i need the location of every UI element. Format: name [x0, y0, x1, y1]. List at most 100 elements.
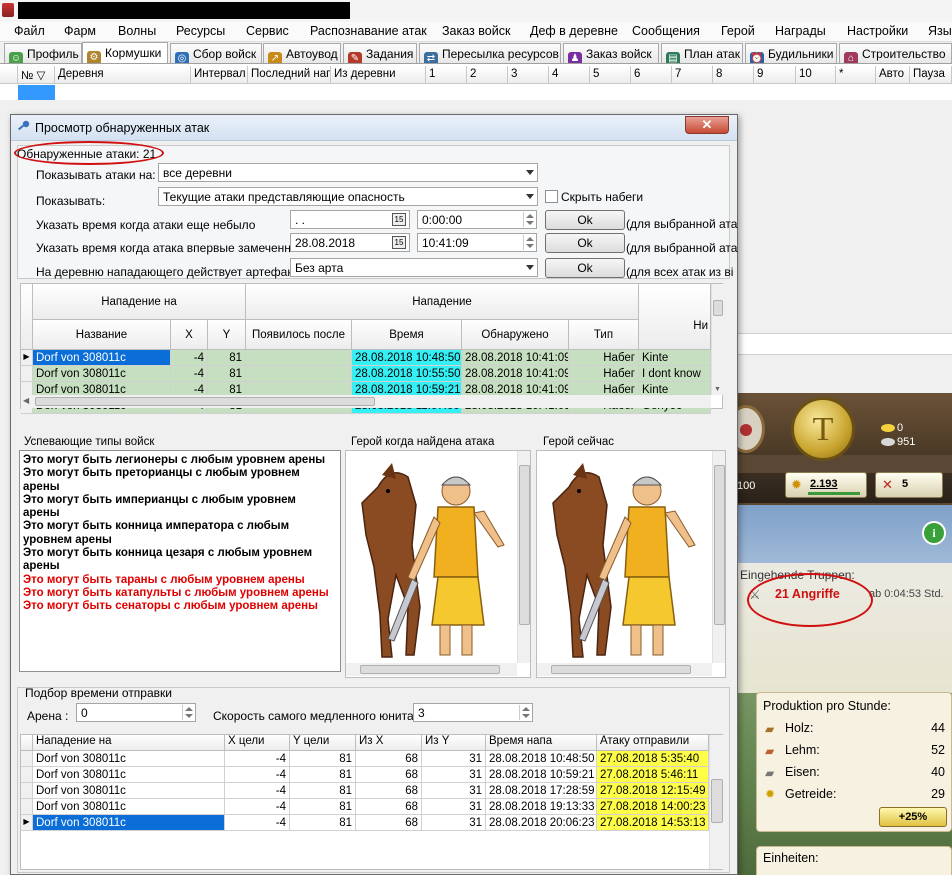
attacks-vscroll[interactable]: ▼ — [711, 284, 723, 395]
close-button[interactable]: ✕ — [685, 116, 729, 134]
send-cell-fx[interactable]: 68 — [356, 783, 422, 799]
attack-cell-found[interactable]: 28.08.2018 10:41:09 — [462, 366, 569, 382]
send-vscroll[interactable] — [709, 735, 723, 869]
attacks-vscroll-thumb[interactable] — [713, 300, 723, 316]
send-cell-fx[interactable]: 68 — [356, 799, 422, 815]
send-col-sent[interactable]: Атаку отправили — [597, 735, 709, 751]
attack-cell-time[interactable]: 28.08.2018 10:48:50 — [352, 350, 462, 366]
time-first-seen-date[interactable]: 28.08.2018 15 — [290, 233, 410, 252]
send-cell-name[interactable]: Dorf von 308011c — [33, 767, 225, 783]
tab-resource-sending[interactable]: ⇄ Пересылка ресурсов — [419, 43, 561, 63]
send-cell-fx[interactable]: 68 — [356, 751, 422, 767]
menu-farm[interactable]: Фарм — [64, 24, 96, 38]
send-cell-time[interactable]: 28.08.2018 17:28:59 — [486, 783, 597, 799]
send-cell-tx[interactable]: -4 — [225, 767, 290, 783]
production-bonus-button[interactable]: +25% — [879, 807, 947, 827]
col-header-8[interactable]: 8 — [713, 66, 754, 84]
hero-now-vscroll[interactable] — [712, 451, 725, 663]
hide-raids-checkbox[interactable] — [545, 190, 558, 203]
attack-cell-y[interactable]: 81 — [208, 366, 246, 382]
tab-troop-gathering[interactable]: ◎ Сбор войск — [170, 43, 262, 63]
col-header-name[interactable]: Название — [33, 320, 171, 350]
tab-building[interactable]: ⌂ Строительство — [839, 43, 952, 63]
menu-order-troops[interactable]: Заказ войск — [442, 24, 510, 38]
send-col-target-x[interactable]: X цели — [225, 735, 290, 751]
send-cell-sent[interactable]: 27.08.2018 5:46:11 — [597, 767, 709, 783]
send-col-attack-time[interactable]: Время напа — [486, 735, 597, 751]
grid-selected-cell[interactable] — [18, 85, 55, 100]
send-cell-name[interactable]: Dorf von 308011c — [33, 799, 225, 815]
attack-cell-y[interactable]: 81 — [208, 350, 246, 366]
attack-cell-after[interactable] — [246, 366, 352, 382]
col-header-interval[interactable]: Интервал — [191, 66, 248, 84]
scroll-left-icon[interactable]: ◀ — [23, 396, 29, 405]
col-header-village[interactable]: Деревня — [55, 66, 191, 84]
col-header-1[interactable]: 1 — [426, 66, 467, 84]
attacks-hscroll-thumb[interactable] — [35, 397, 375, 406]
gold-medal-icon[interactable]: T — [791, 397, 855, 461]
col-header-time[interactable]: Время — [352, 320, 462, 350]
attack-cell-x[interactable]: -4 — [171, 350, 208, 366]
attacks-hscroll[interactable]: ◀ — [21, 395, 711, 408]
send-cell-fy[interactable]: 31 — [422, 783, 486, 799]
send-vscroll-thumb[interactable] — [711, 779, 723, 823]
tab-attack-plan[interactable]: ▤ План атак — [661, 43, 743, 63]
menu-hero[interactable]: Герой — [721, 24, 755, 38]
send-cell-fx[interactable]: 68 — [356, 815, 422, 831]
col-header-7[interactable]: 7 — [672, 66, 713, 84]
col-header-6[interactable]: 6 — [631, 66, 672, 84]
menu-messages[interactable]: Сообщения — [632, 24, 700, 38]
hero-found-vscroll[interactable] — [517, 451, 530, 663]
send-cell-time[interactable]: 28.08.2018 20:06:23 — [486, 815, 597, 831]
tab-order-troops[interactable]: ♟ Заказ войск — [563, 43, 659, 63]
col-header-auto[interactable]: Авто — [876, 66, 910, 84]
send-cell-ty[interactable]: 81 — [290, 799, 356, 815]
show-attacks-on-combo[interactable]: все деревни — [158, 163, 538, 182]
attack-indicator[interactable]: ✕ 5 — [875, 472, 943, 498]
info-icon[interactable]: i — [922, 521, 946, 545]
ok-button-2[interactable]: Ok — [545, 233, 625, 253]
send-cell-fx[interactable]: 68 — [356, 767, 422, 783]
send-cell-tx[interactable]: -4 — [225, 815, 290, 831]
col-header-x[interactable]: X — [171, 320, 208, 350]
time-no-attack-time[interactable]: 0:00:00 — [417, 210, 537, 229]
col-header-detected[interactable]: Обнаружено — [462, 320, 569, 350]
attack-cell-type[interactable]: Набег — [569, 350, 639, 366]
menu-def-village[interactable]: Деф в деревне — [530, 24, 618, 38]
calendar-icon[interactable]: 15 — [392, 213, 406, 226]
tab-profile[interactable]: ☺ Профиль — [4, 43, 82, 63]
send-cell-ty[interactable]: 81 — [290, 767, 356, 783]
send-cell-time[interactable]: 28.08.2018 19:13:33 — [486, 799, 597, 815]
tab-auto-evade[interactable]: ↗ Автоувод — [263, 43, 341, 63]
col-header-5[interactable]: 5 — [590, 66, 631, 84]
send-cell-fy[interactable]: 31 — [422, 767, 486, 783]
attack-cell-after[interactable] — [246, 350, 352, 366]
send-cell-sent[interactable]: 27.08.2018 14:53:13 — [597, 815, 709, 831]
row-indicator[interactable] — [21, 767, 33, 783]
crop-indicator[interactable]: ✹ 2.193 — [785, 472, 867, 498]
spinner-icon[interactable] — [182, 705, 194, 720]
spinner-icon[interactable] — [519, 705, 531, 720]
artifact-combo[interactable]: Без арта — [290, 258, 538, 277]
attack-cell-found[interactable]: 28.08.2018 10:41:09 — [462, 350, 569, 366]
send-cell-ty[interactable]: 81 — [290, 815, 356, 831]
ok-button-1[interactable]: Ok — [545, 210, 625, 230]
menu-language[interactable]: Язы — [928, 24, 952, 38]
spinner-icon[interactable] — [523, 212, 535, 227]
tab-alarms[interactable]: ⏰ Будильники — [745, 43, 837, 63]
attack-cell-attacker[interactable]: Kinte — [639, 350, 711, 366]
send-cell-sent[interactable]: 27.08.2018 5:35:40 — [597, 751, 709, 767]
send-cell-ty[interactable]: 81 — [290, 783, 356, 799]
send-cell-name[interactable]: Dorf von 308011c — [33, 751, 225, 767]
col-header-pause[interactable]: Пауза — [910, 66, 952, 84]
row-indicator[interactable] — [21, 799, 33, 815]
send-cell-time[interactable]: 28.08.2018 10:48:50 — [486, 751, 597, 767]
send-col-from-y[interactable]: Из Y — [422, 735, 486, 751]
row-indicator[interactable] — [21, 366, 33, 382]
send-cell-tx[interactable]: -4 — [225, 799, 290, 815]
scroll-down-icon[interactable]: ▼ — [714, 386, 721, 393]
show-mode-combo[interactable]: Текущие атаки представляющие опасность — [158, 187, 538, 206]
tab-tasks[interactable]: ✎ Задания — [343, 43, 417, 63]
send-cell-name[interactable]: Dorf von 308011c — [33, 783, 225, 799]
send-cell-fy[interactable]: 31 — [422, 751, 486, 767]
